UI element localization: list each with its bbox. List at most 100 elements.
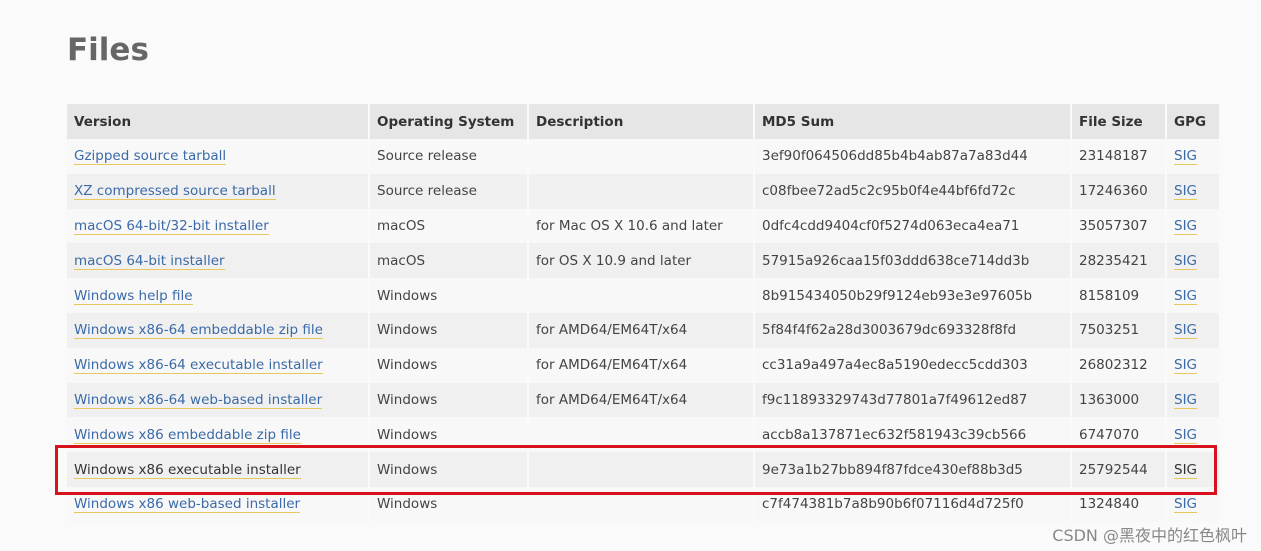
- table-row: XZ compressed source tarball Source relea…: [67, 173, 1219, 209]
- description-cell: [528, 278, 755, 313]
- download-link[interactable]: Windows x86-64 executable installer: [74, 357, 323, 375]
- page-title: Files: [67, 32, 149, 68]
- table-row: Windows x86 executable installer Windows 9…: [67, 452, 1219, 487]
- download-link[interactable]: Windows x86 web-based installer: [74, 496, 301, 514]
- md5-cell: 5f84f4f62a28d3003679dc693328f8fd: [754, 312, 1072, 348]
- sig-link[interactable]: SIG: [1174, 357, 1198, 375]
- md5-cell: c08fbee72ad5c2c95b0f4e44bf6fd72c: [754, 173, 1072, 209]
- description-cell: for AMD64/EM64T/x64: [528, 312, 755, 348]
- md5-cell: 8b915434050b29f9124eb93e3e97605b: [754, 278, 1072, 313]
- gpg-cell: SIG: [1166, 173, 1219, 209]
- file-size-cell: 23148187: [1071, 139, 1167, 174]
- sig-link[interactable]: SIG: [1174, 287, 1198, 305]
- sig-link[interactable]: SIG: [1174, 148, 1198, 166]
- gpg-cell: SIG: [1166, 139, 1219, 174]
- version-cell: Windows x86 web-based installer: [67, 486, 370, 522]
- gpg-cell: SIG: [1166, 208, 1219, 244]
- description-cell: for AMD64/EM64T/x64: [528, 382, 755, 418]
- files-table: Version Operating System Description MD5…: [67, 104, 1219, 522]
- os-cell: Windows: [369, 347, 529, 383]
- col-header-file-size: File Size: [1071, 104, 1167, 139]
- sig-link[interactable]: SIG: [1174, 426, 1198, 444]
- file-size-cell: 7503251: [1071, 312, 1167, 348]
- table-row: macOS 64-bit installer macOS for OS X 10.9…: [67, 243, 1219, 279]
- version-cell: Windows x86-64 embeddable zip file: [67, 312, 370, 348]
- os-cell: Source release: [369, 139, 529, 174]
- md5-cell: 57915a926caa15f03ddd638ce714dd3b: [754, 243, 1072, 279]
- download-link[interactable]: Windows x86-64 embeddable zip file: [74, 322, 323, 340]
- md5-cell: cc31a9a497a4ec8a5190edecc5cdd303: [754, 347, 1072, 383]
- file-size-cell: 1363000: [1071, 382, 1167, 418]
- download-link[interactable]: Windows x86-64 web-based installer: [74, 391, 323, 409]
- sig-link[interactable]: SIG: [1174, 322, 1198, 340]
- table-row: Windows x86 web-based installer Windows c7…: [67, 486, 1219, 522]
- os-cell: macOS: [369, 208, 529, 244]
- table-header-row: Version Operating System Description MD5…: [67, 104, 1219, 139]
- sig-link[interactable]: SIG: [1174, 183, 1198, 201]
- gpg-cell: SIG: [1166, 347, 1219, 383]
- file-size-cell: 8158109: [1071, 278, 1167, 313]
- version-cell: Windows x86-64 web-based installer: [67, 382, 370, 418]
- download-link[interactable]: Windows x86 embeddable zip file: [74, 426, 301, 444]
- os-cell: Windows: [369, 486, 529, 522]
- table-row: macOS 64-bit/32-bit installer macOS for Ma…: [67, 208, 1219, 244]
- description-cell: for AMD64/EM64T/x64: [528, 347, 755, 383]
- table-row: Gzipped source tarball Source release 3ef9…: [67, 139, 1219, 174]
- md5-cell: 3ef90f064506dd85b4b4ab87a7a83d44: [754, 139, 1072, 174]
- gpg-cell: SIG: [1166, 452, 1219, 487]
- os-cell: Windows: [369, 452, 529, 487]
- col-header-version: Version: [67, 104, 370, 139]
- sig-link[interactable]: SIG: [1174, 252, 1198, 270]
- description-cell: [528, 486, 755, 522]
- download-link[interactable]: XZ compressed source tarball: [74, 183, 276, 201]
- md5-cell: 0dfc4cdd9404cf0f5274d063eca4ea71: [754, 208, 1072, 244]
- sig-link[interactable]: SIG: [1174, 217, 1198, 235]
- os-cell: Windows: [369, 417, 529, 453]
- description-cell: [528, 417, 755, 453]
- version-cell: XZ compressed source tarball: [67, 173, 370, 209]
- sig-link[interactable]: SIG: [1174, 461, 1198, 479]
- file-size-cell: 6747070: [1071, 417, 1167, 453]
- version-cell: Windows help file: [67, 278, 370, 313]
- file-size-cell: 1324840: [1071, 486, 1167, 522]
- gpg-cell: SIG: [1166, 278, 1219, 313]
- os-cell: macOS: [369, 243, 529, 279]
- file-size-cell: 35057307: [1071, 208, 1167, 244]
- download-link[interactable]: macOS 64-bit/32-bit installer: [74, 217, 269, 235]
- os-cell: Windows: [369, 312, 529, 348]
- table-row: Windows x86 embeddable zip file Windows ac…: [67, 417, 1219, 453]
- os-cell: Windows: [369, 278, 529, 313]
- table-row: Windows help file Windows 8b915434050b29f9…: [67, 278, 1219, 313]
- watermark: CSDN @黑夜中的红色枫叶: [1052, 526, 1247, 545]
- version-cell: Gzipped source tarball: [67, 139, 370, 174]
- download-link[interactable]: Windows help file: [74, 287, 193, 305]
- md5-cell: 9e73a1b27bb894f87fdce430ef88b3d5: [754, 452, 1072, 487]
- os-cell: Windows: [369, 382, 529, 418]
- table-row: Windows x86-64 executable installer Windo…: [67, 347, 1219, 383]
- version-cell: Windows x86 embeddable zip file: [67, 417, 370, 453]
- description-cell: for Mac OS X 10.6 and later: [528, 208, 755, 244]
- gpg-cell: SIG: [1166, 486, 1219, 522]
- file-size-cell: 28235421: [1071, 243, 1167, 279]
- col-header-md5: MD5 Sum: [754, 104, 1072, 139]
- md5-cell: f9c11893329743d77801a7f49612ed87: [754, 382, 1072, 418]
- os-cell: Source release: [369, 173, 529, 209]
- download-link[interactable]: Gzipped source tarball: [74, 148, 227, 166]
- version-cell: Windows x86 executable installer: [67, 452, 370, 487]
- description-cell: [528, 173, 755, 209]
- sig-link[interactable]: SIG: [1174, 391, 1198, 409]
- file-size-cell: 26802312: [1071, 347, 1167, 383]
- description-cell: [528, 452, 755, 487]
- gpg-cell: SIG: [1166, 417, 1219, 453]
- md5-cell: accb8a137871ec632f581943c39cb566: [754, 417, 1072, 453]
- file-size-cell: 25792544: [1071, 452, 1167, 487]
- file-size-cell: 17246360: [1071, 173, 1167, 209]
- table-row: Windows x86-64 web-based installer Window…: [67, 382, 1219, 418]
- col-header-gpg: GPG: [1166, 104, 1219, 139]
- download-link[interactable]: macOS 64-bit installer: [74, 252, 225, 270]
- download-link[interactable]: Windows x86 executable installer: [74, 461, 301, 479]
- sig-link[interactable]: SIG: [1174, 496, 1198, 514]
- col-header-description: Description: [528, 104, 755, 139]
- version-cell: Windows x86-64 executable installer: [67, 347, 370, 383]
- gpg-cell: SIG: [1166, 382, 1219, 418]
